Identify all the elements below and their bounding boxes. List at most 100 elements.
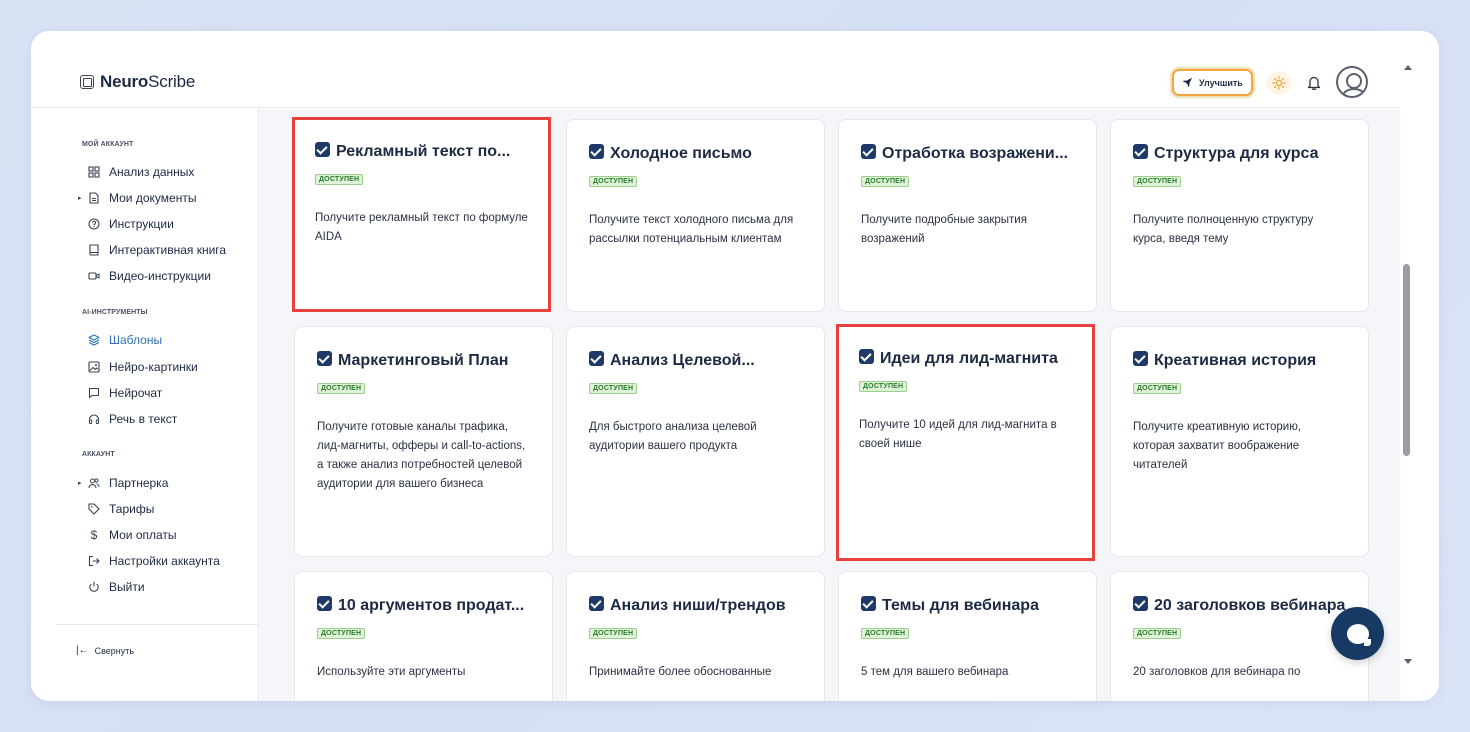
checkbox-icon xyxy=(859,348,874,364)
card-description: Для быстрого анализа целевой аудитории в… xyxy=(589,421,757,452)
template-card[interactable]: Холодное письмо доступен Получите текст … xyxy=(566,119,825,312)
sidebar-item-label: Тарифы xyxy=(109,502,155,516)
sidebar-item-my-payments[interactable]: $ Мои оплаты xyxy=(78,527,177,543)
users-icon xyxy=(87,476,101,490)
card-description: Получите текст холодного письма для расс… xyxy=(589,214,794,245)
sidebar-item-label: Видео-инструкции xyxy=(109,269,211,283)
sidebar-item-speech-to-text[interactable]: Речь в текст xyxy=(78,411,177,427)
sidebar-item-account-settings[interactable]: Настройки аккаунта xyxy=(78,553,220,569)
headphones-icon xyxy=(87,412,101,426)
power-icon xyxy=(87,580,101,594)
collapse-label: Свернуть xyxy=(94,645,135,656)
section-title-ai-tools: ai-инструменты xyxy=(82,309,148,316)
template-card[interactable]: Креативная история доступен Получите кре… xyxy=(1110,326,1369,557)
sidebar-item-neuro-images[interactable]: Нейро-картинки xyxy=(78,359,198,375)
checkbox-icon xyxy=(589,350,604,366)
card-title: 20 заголовков вебинара xyxy=(1154,597,1346,614)
template-card[interactable]: Идеи для лид-магнита доступен Получите 1… xyxy=(836,324,1095,561)
sidebar-item-my-documents[interactable]: ▸ Мои документы xyxy=(78,190,196,206)
card-title: 10 аргументов продат... xyxy=(338,597,525,614)
card-description: Принимайте более обоснованные xyxy=(589,666,772,678)
sidebar-item-instructions[interactable]: Инструкции xyxy=(78,216,174,232)
status-badge: доступен xyxy=(589,628,638,639)
status-badge: доступен xyxy=(589,176,638,187)
card-description: 20 заголовков для вебинара по xyxy=(1133,666,1301,678)
template-card[interactable]: Анализ Целевой... доступен Для быстрого … xyxy=(566,326,825,557)
checkbox-icon xyxy=(317,350,332,366)
card-title: Отработка возражени... xyxy=(882,145,1069,162)
sidebar-divider xyxy=(56,624,259,625)
sidebar-item-partner[interactable]: ▸ Партнерка xyxy=(78,475,168,491)
checkbox-icon xyxy=(317,595,332,611)
card-description: Используйте эти аргументы xyxy=(317,666,466,678)
caret-right-icon[interactable]: ▸ xyxy=(78,479,87,487)
card-title: Идеи для лид-магнита xyxy=(880,350,1058,367)
caret-right-icon[interactable]: ▸ xyxy=(78,194,87,202)
sidebar-item-label: Интерактивная книга xyxy=(109,243,227,257)
status-badge: доступен xyxy=(859,381,908,392)
card-description: 5 тем для вашего вебинара xyxy=(861,666,1009,678)
chat-support-button[interactable] xyxy=(1331,607,1384,660)
checkbox-icon xyxy=(1133,143,1148,159)
logo-bold: Neuro xyxy=(100,72,149,91)
card-title: Холодное письмо xyxy=(610,145,752,162)
sidebar-item-interactive-book[interactable]: Интерактивная книга xyxy=(78,242,226,258)
template-card[interactable]: Темы для вебинара доступен 5 тем для ваш… xyxy=(838,571,1097,701)
checkbox-icon xyxy=(861,143,876,159)
sidebar-item-label: Мои документы xyxy=(109,191,197,205)
sidebar-item-label: Нейрочат xyxy=(109,386,163,400)
checkbox-icon xyxy=(589,595,604,611)
collapse-icon: |← xyxy=(76,645,89,656)
status-badge: доступен xyxy=(589,383,638,394)
theme-toggle[interactable] xyxy=(1267,71,1291,95)
sidebar-item-label: Партнерка xyxy=(109,476,169,490)
upgrade-label: Улучшить xyxy=(1199,77,1243,88)
sidebar-item-logout[interactable]: Выйти xyxy=(78,579,145,595)
sidebar-item-video-instructions[interactable]: Видео-инструкции xyxy=(78,268,211,284)
scroll-down-arrow-icon[interactable] xyxy=(1404,659,1412,664)
checkbox-icon xyxy=(315,141,330,157)
collapse-sidebar-button[interactable]: |← Свернуть xyxy=(76,645,134,656)
scrollbar-thumb[interactable] xyxy=(1403,264,1410,456)
checkbox-icon xyxy=(589,143,604,159)
video-icon xyxy=(87,269,101,283)
sidebar-item-data-analysis[interactable]: Анализ данных xyxy=(78,164,194,180)
sidebar-item-label: Нейро-картинки xyxy=(109,360,198,374)
sidebar-item-neurochat[interactable]: Нейрочат xyxy=(78,385,162,401)
card-title: Креативная история xyxy=(1154,352,1317,369)
section-title-my-account: мой аккаунт xyxy=(82,141,134,148)
logo-icon xyxy=(80,75,94,89)
template-card[interactable]: Маркетинговый План доступен Получите гот… xyxy=(294,326,553,557)
card-title: Анализ Целевой... xyxy=(610,352,755,369)
section-title-account: аккаунт xyxy=(82,451,115,458)
logo[interactable]: NeuroScribe xyxy=(80,72,195,92)
scroll-up-arrow-icon[interactable] xyxy=(1404,65,1412,70)
sidebar-item-templates[interactable]: Шаблоны xyxy=(78,332,162,348)
checkbox-icon xyxy=(1133,595,1148,611)
templates-grid: Рекламный текст по... доступен Получите … xyxy=(260,109,1400,701)
avatar[interactable] xyxy=(1336,66,1368,98)
card-description: Получите 10 идей для лид-магнита в своей… xyxy=(859,419,1057,450)
template-card[interactable]: Структура для курса доступен Получите по… xyxy=(1110,119,1369,312)
notifications-button[interactable] xyxy=(1303,72,1325,94)
app-window: NeuroScribe Улучшить МОЙ АККАУНТ Анализ … xyxy=(31,31,1439,701)
bell-icon xyxy=(1307,76,1321,90)
login-icon xyxy=(87,554,101,568)
checkbox-icon xyxy=(861,595,876,611)
sidebar-item-label: Шаблоны xyxy=(109,333,163,347)
template-card[interactable]: Рекламный текст по... доступен Получите … xyxy=(292,117,551,312)
card-description: Получите рекламный текст по формуле AIDA xyxy=(315,212,528,243)
sidebar-item-tariffs[interactable]: Тарифы xyxy=(78,501,154,517)
template-card[interactable]: 10 аргументов продат... доступен Использ… xyxy=(294,571,553,701)
sidebar-item-label: Настройки аккаунта xyxy=(109,554,220,568)
chat-icon xyxy=(87,386,101,400)
sidebar-item-label: Анализ данных xyxy=(109,165,195,179)
template-card[interactable]: Отработка возражени... доступен Получите… xyxy=(838,119,1097,312)
template-card[interactable]: Анализ ниши/трендов доступен Принимайте … xyxy=(566,571,825,701)
sidebar-item-label: Инструкции xyxy=(109,217,174,231)
layers-icon xyxy=(87,333,101,347)
sidebar-item-label: Мои оплаты xyxy=(109,528,177,542)
upgrade-button[interactable]: Улучшить xyxy=(1172,69,1253,96)
book-icon xyxy=(87,243,101,257)
card-title: Рекламный текст по... xyxy=(336,143,511,160)
